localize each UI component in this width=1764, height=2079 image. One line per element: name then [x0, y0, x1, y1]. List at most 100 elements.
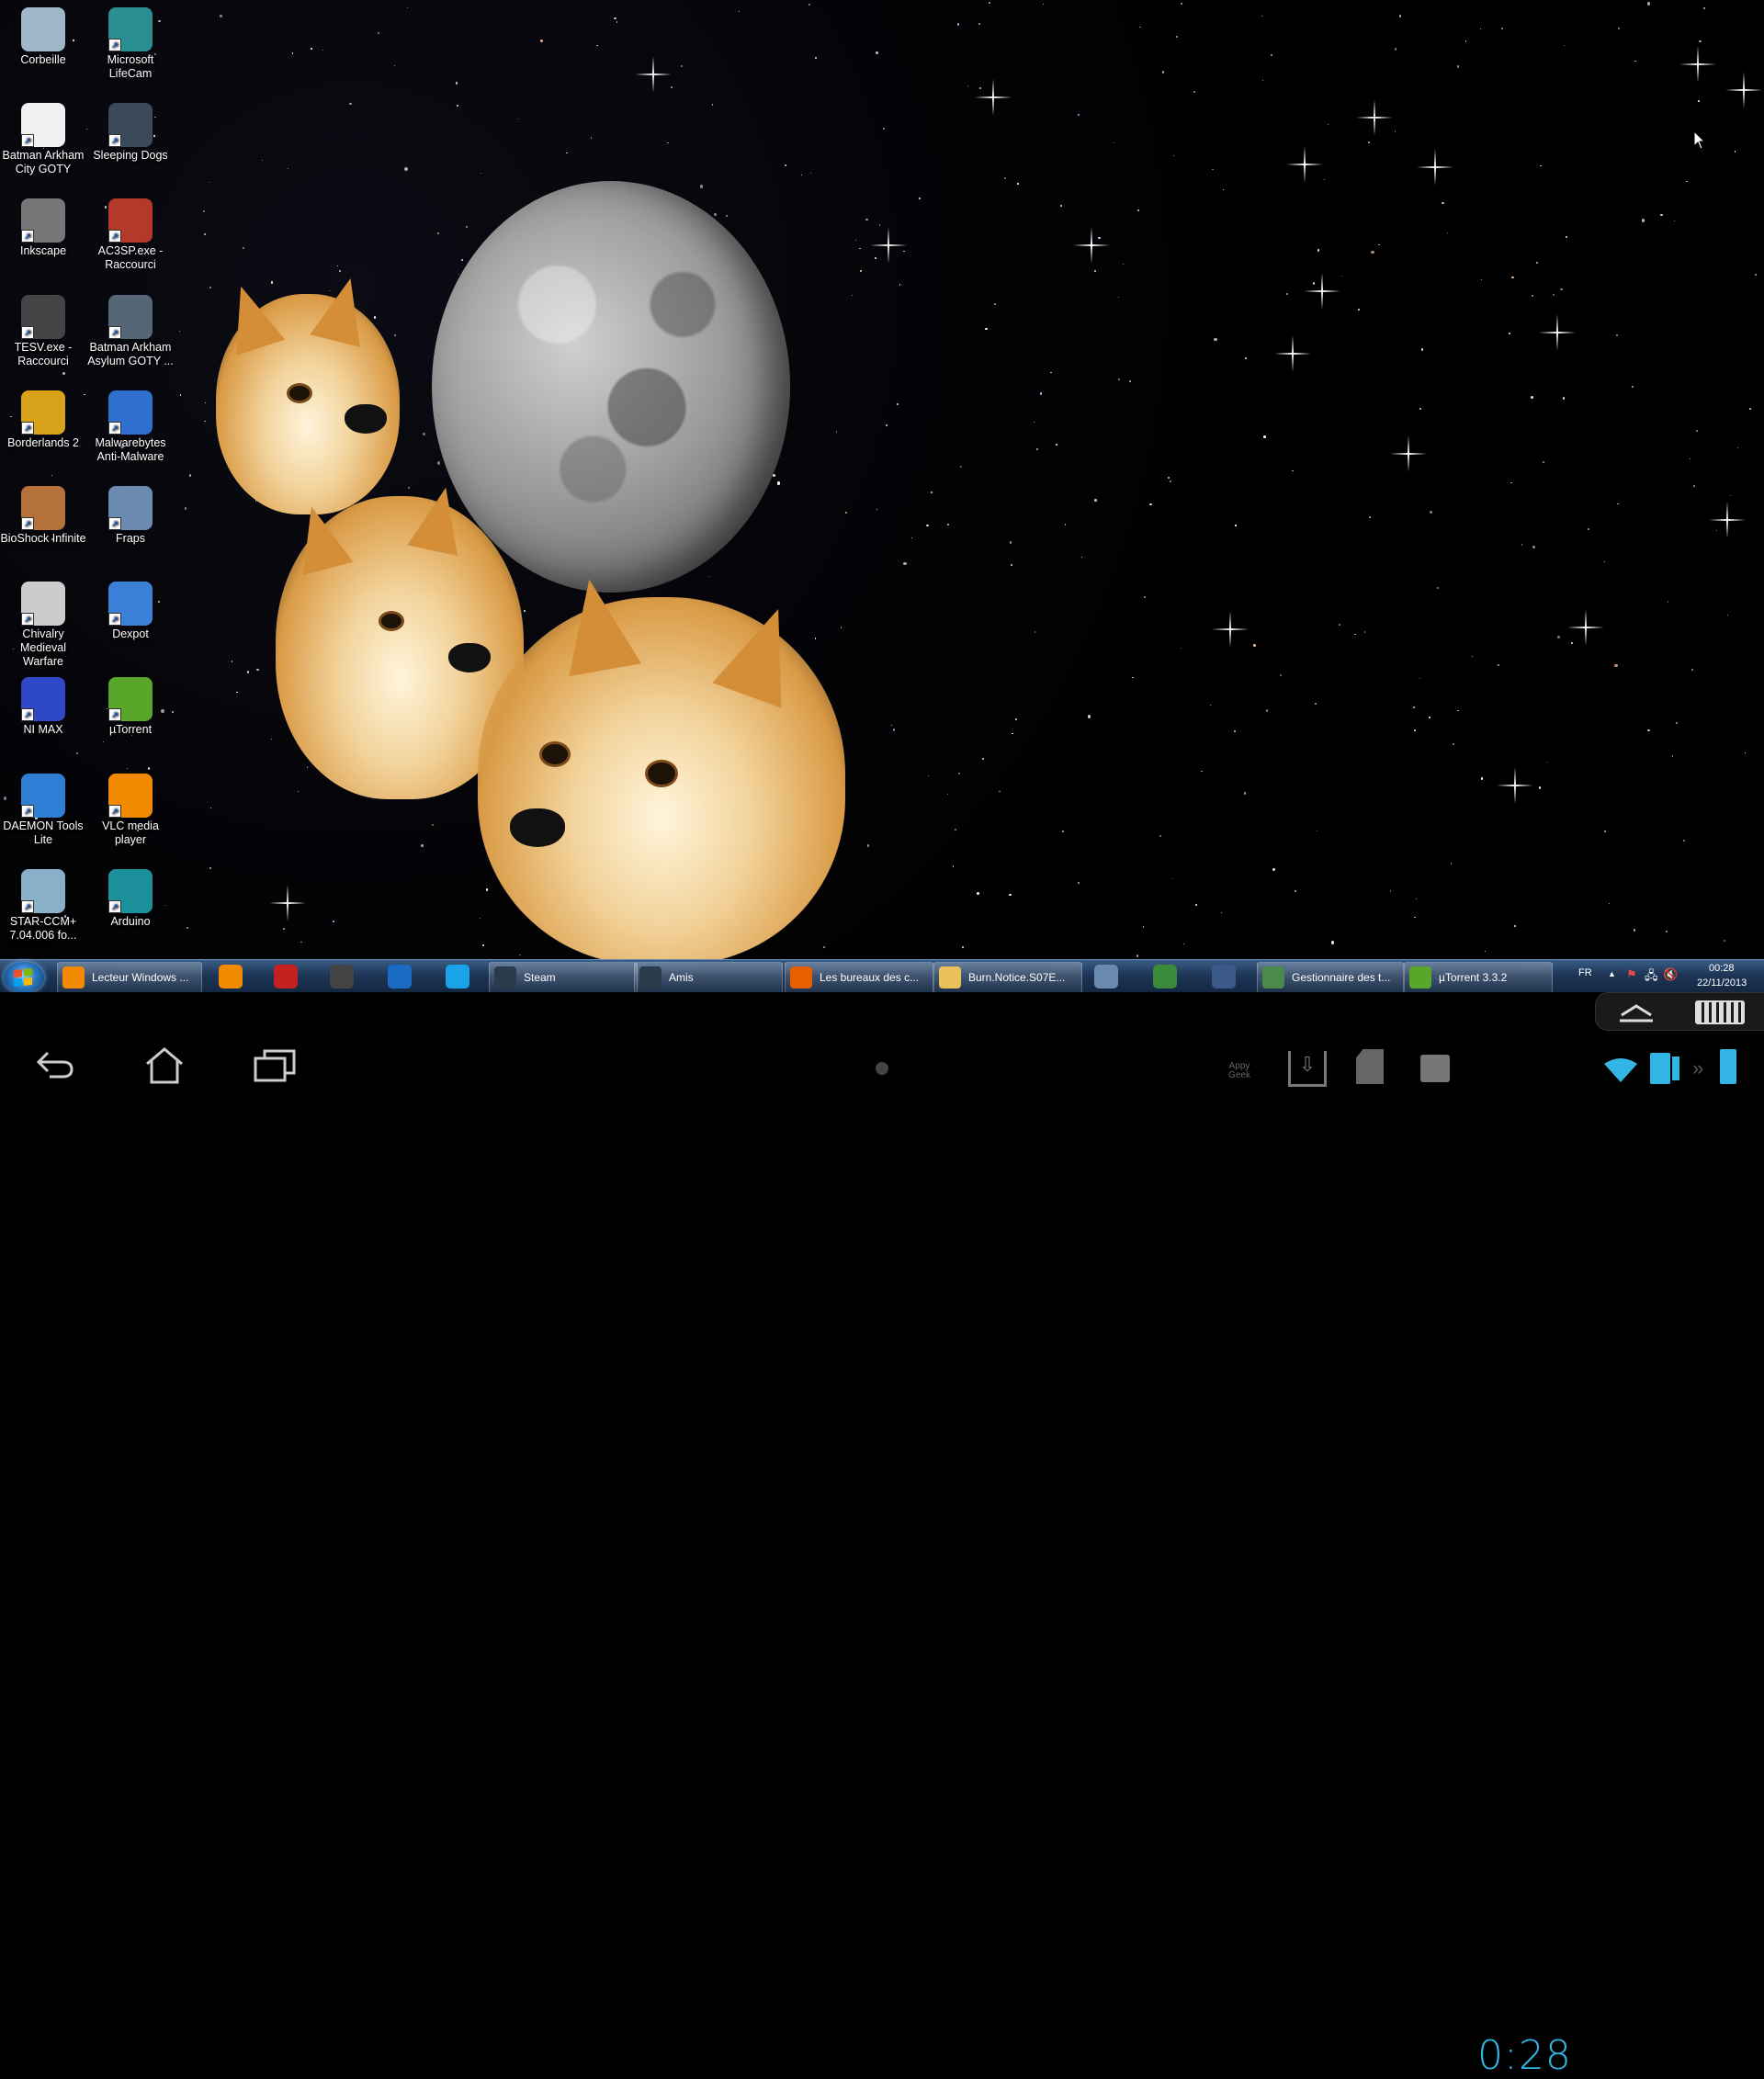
- desktop-icon[interactable]: Corbeille: [0, 4, 87, 67]
- desktop-icon-label: Malwarebytes Anti-Malware: [95, 435, 166, 463]
- desktop-icon[interactable]: ↗ Batman Arkham Asylum GOTY ...: [86, 291, 175, 368]
- vlc-icon: ↗: [108, 773, 153, 818]
- desktop-icon[interactable]: ↗ VLC media player: [86, 770, 175, 847]
- game-icon: ↗: [21, 486, 65, 530]
- android-clock[interactable]: 0:28: [1477, 2032, 1572, 2079]
- desktop-icon-label: Batman Arkham Asylum GOTY ...: [87, 340, 174, 367]
- battery-icon: [1720, 1049, 1736, 1084]
- arduino-icon: ↗: [108, 868, 153, 913]
- desktop-icon-label: Corbeille: [20, 53, 66, 66]
- sd-card-icon[interactable]: [1356, 1049, 1384, 1084]
- desktop-icon[interactable]: ↗ NI MAX: [0, 673, 87, 737]
- utorrent-icon: ↗: [108, 677, 153, 722]
- game-icon: ↗: [108, 198, 153, 243]
- tray-clock-time[interactable]: 00:28: [1709, 963, 1735, 974]
- chevron-right-icon[interactable]: »: [1692, 1056, 1703, 1080]
- volume-muted-icon[interactable]: 🔇: [1663, 967, 1678, 982]
- network-tray-icon[interactable]: 🖧: [1645, 967, 1658, 988]
- desktop-icon-label: AC3SP.exe - Raccourci: [97, 244, 164, 272]
- download-icon[interactable]: ⇩: [1288, 1051, 1327, 1087]
- action-center-flag-icon[interactable]: ⚑: [1626, 967, 1637, 982]
- skype-icon: [446, 965, 469, 989]
- collapse-up-icon[interactable]: [1616, 1002, 1657, 1023]
- fraps-icon: [1094, 965, 1118, 989]
- daemon-tools-icon: ↗: [21, 773, 65, 818]
- taskbar-pinned-app[interactable]: [435, 962, 480, 991]
- desktop-icon[interactable]: ↗ DAEMON Tools Lite: [0, 770, 87, 847]
- desktop-icon-label: STAR-CCM+ 7.04.006 fo...: [9, 914, 77, 942]
- battery-charging-icon[interactable]: [1650, 1053, 1670, 1084]
- desktop-icon[interactable]: ↗ Sleeping Dogs: [86, 99, 175, 163]
- wifi-icon[interactable]: [1602, 1056, 1639, 1084]
- network-icon: [1153, 965, 1177, 989]
- desktop-icon[interactable]: ↗ Batman Arkham City GOTY: [0, 99, 87, 176]
- shortcut-arrow-icon: ↗: [108, 134, 121, 148]
- desktop-icon[interactable]: ↗ Inkscape: [0, 195, 87, 258]
- keyboard-icon[interactable]: [1695, 1000, 1745, 1024]
- taskbar-window-button[interactable]: Gestionnaire des t...: [1257, 962, 1404, 993]
- taskbar-window-button[interactable]: Amis: [634, 962, 783, 993]
- desktop-icon-label: Dexpot: [112, 627, 149, 641]
- desktop-icon[interactable]: ↗ Malwarebytes Anti-Malware: [86, 387, 175, 464]
- shield-icon: ↗: [108, 390, 153, 435]
- game-icon: ↗: [21, 390, 65, 435]
- webcam-icon: ↗: [108, 7, 153, 51]
- taskbar-pinned-app[interactable]: [264, 962, 308, 991]
- desktop-icon[interactable]: ↗ BioShock Infinite: [0, 482, 87, 546]
- dexpot-icon: [1212, 965, 1236, 989]
- desktop-icon[interactable]: ↗ Fraps: [86, 482, 175, 546]
- rockstar-icon: [274, 965, 298, 989]
- desktop-icon[interactable]: ↗ Dexpot: [86, 578, 175, 641]
- taskbar-pinned-app[interactable]: [378, 962, 422, 991]
- desktop-icon[interactable]: ↗ Microsoft LifeCam: [86, 4, 175, 81]
- taskbar-pinned-app[interactable]: [1202, 962, 1246, 991]
- task-manager-icon: [1262, 966, 1284, 989]
- moon-image: [432, 181, 790, 593]
- windows-taskbar: Lecteur Windows ... Steam Amis Les bureaux …: [0, 959, 1764, 993]
- desktop-icon-label: TESV.exe - Raccourci: [14, 340, 73, 367]
- desktop-icon[interactable]: ↗ Arduino: [86, 865, 175, 929]
- doge-head-large: [478, 572, 845, 959]
- taskbar-window-button[interactable]: Burn.Notice.S07E...: [933, 962, 1082, 993]
- shortcut-arrow-icon: ↗: [108, 230, 121, 243]
- shortcut-arrow-icon: ↗: [21, 899, 34, 913]
- doge-head-small: [216, 272, 400, 514]
- shortcut-arrow-icon: ↗: [21, 708, 34, 722]
- desktop-icon-label: Fraps: [116, 532, 145, 545]
- desktop-icon[interactable]: ↗ µTorrent: [86, 673, 175, 737]
- desktop-icon[interactable]: ↗ Chivalry Medieval Warfare: [0, 578, 87, 669]
- desktop-icon-label: BioShock Infinite: [0, 532, 86, 545]
- recent-apps-button[interactable]: [254, 1049, 296, 1082]
- taskbar-window-label: Les bureaux des c...: [820, 971, 920, 984]
- language-indicator[interactable]: FR: [1578, 967, 1592, 978]
- desktop-icon-label: µTorrent: [108, 723, 153, 737]
- desktop-icon[interactable]: ↗ TESV.exe - Raccourci: [0, 291, 87, 368]
- game-icon: ↗: [108, 103, 153, 148]
- taskbar-pinned-app[interactable]: [209, 962, 253, 991]
- desktop-icon[interactable]: ↗ STAR-CCM+ 7.04.006 fo...: [0, 865, 87, 943]
- taskbar-pinned-app[interactable]: [1143, 962, 1187, 991]
- appy-geek-icon[interactable]: Appy Geek: [1224, 1062, 1255, 1080]
- shortcut-arrow-icon: ↗: [21, 613, 34, 627]
- desktop-icon-label: Sleeping Dogs: [93, 149, 168, 163]
- steam-icon: [639, 966, 662, 989]
- home-button[interactable]: [143, 1045, 186, 1084]
- shortcut-arrow-icon: ↗: [108, 899, 121, 913]
- taskbar-window-button[interactable]: Les bureaux des c...: [785, 962, 933, 993]
- taskbar-window-button[interactable]: Lecteur Windows ...: [57, 962, 202, 993]
- shortcut-arrow-icon: ↗: [108, 804, 121, 818]
- taskbar-window-button[interactable]: Steam: [489, 962, 638, 993]
- tray-expand-icon[interactable]: ▲: [1608, 969, 1616, 978]
- center-dot-icon: [876, 1062, 888, 1075]
- desktop-icon[interactable]: ↗ Borderlands 2: [0, 387, 87, 450]
- taskbar-pinned-app[interactable]: [320, 962, 364, 991]
- desktop-icon[interactable]: ↗ AC3SP.exe - Raccourci: [86, 195, 175, 272]
- taskbar-pinned-app[interactable]: [1084, 962, 1128, 991]
- folder-icon: [939, 966, 961, 989]
- back-button[interactable]: [35, 1049, 75, 1080]
- taskbar-window-button[interactable]: µTorrent 3.3.2: [1404, 962, 1553, 993]
- start-button[interactable]: [4, 962, 44, 993]
- tray-clock-date[interactable]: 22/11/2013: [1697, 977, 1747, 989]
- desktop-icon-label: NI MAX: [23, 723, 63, 737]
- shopping-bag-icon[interactable]: [1420, 1055, 1450, 1082]
